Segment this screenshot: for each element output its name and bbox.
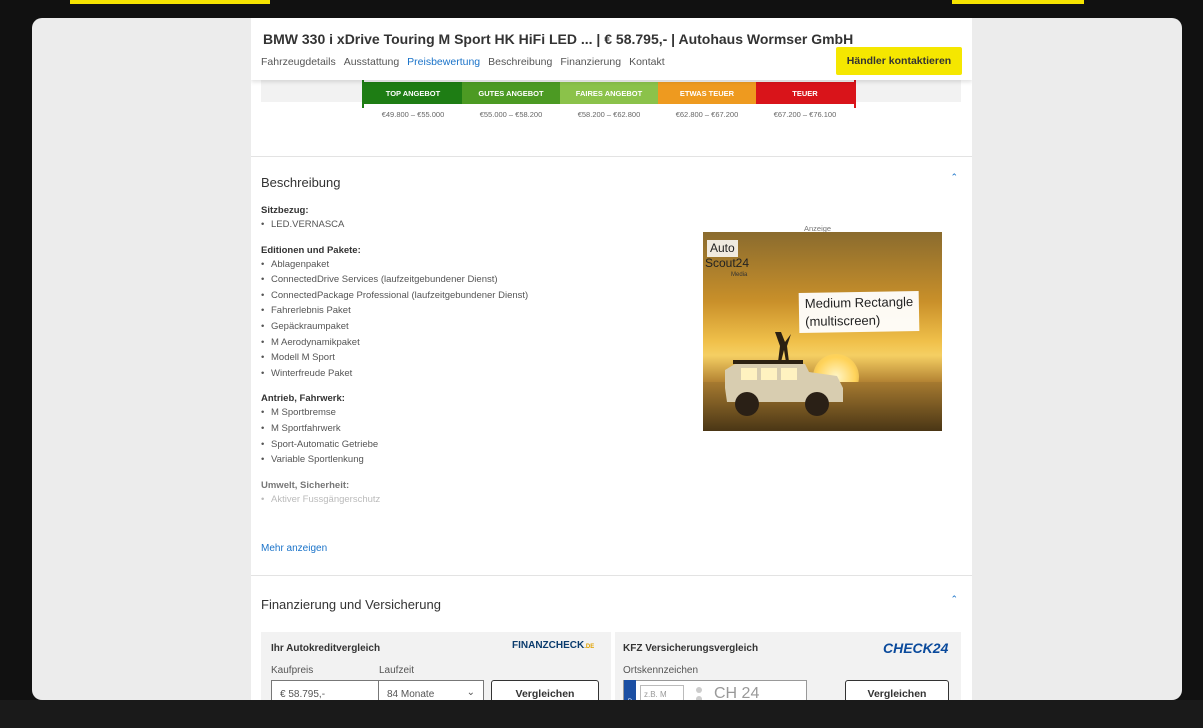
- credit-compare-button[interactable]: Vergleichen: [491, 680, 599, 700]
- ad-headline-line1: Medium Rectangle: [804, 294, 914, 311]
- nav-beschreibung[interactable]: Beschreibung: [488, 56, 552, 68]
- credit-heading: Ihr Autokreditvergleich: [271, 643, 381, 654]
- rating-range: €67.200 – €76.100: [773, 110, 837, 119]
- list-item: ConnectedPackage Professional (laufzeitg…: [261, 288, 641, 304]
- plate-sample-text: CH 24: [714, 685, 760, 700]
- plate-seal-icon: [696, 686, 702, 700]
- price-label: Kaufpreis: [271, 665, 314, 676]
- finanzcheck-logo-name: FINANZCHECK: [512, 640, 585, 651]
- price-rating-ranges: €49.800 – €55.000 €55.000 – €58.200 €58.…: [364, 110, 854, 119]
- list-item: Gepäckraumpaket: [261, 319, 641, 335]
- yellow-accent: [952, 0, 1084, 4]
- show-more-link[interactable]: Mehr anzeigen: [261, 543, 327, 554]
- price-input[interactable]: € 58.795,-: [271, 680, 379, 700]
- list-item: M Sportbremse: [261, 405, 641, 421]
- ad-logo-name: Scout24: [705, 256, 750, 270]
- list-item: Fahrerlebnis Paket: [261, 303, 641, 319]
- group-heading: Editionen und Pakete:: [261, 244, 361, 256]
- nav-kontakt[interactable]: Kontakt: [629, 56, 665, 68]
- list-item: Winterfreude Paket: [261, 366, 641, 382]
- section-divider: [251, 156, 972, 157]
- group-heading: Sitzbezug:: [261, 205, 309, 216]
- section-nav: Fahrzeugdetails Ausstattung Preisbewertu…: [261, 56, 673, 68]
- description-list: Sitzbezug: LED.VERNASCA Editionen und Pa…: [261, 204, 641, 507]
- rating-end-marker: [854, 80, 856, 108]
- nav-preisbewertung[interactable]: Preisbewertung: [407, 56, 480, 68]
- beschreibung-title: Beschreibung: [261, 175, 341, 190]
- rating-range: €62.800 – €67.200: [675, 110, 739, 119]
- term-label: Laufzeit: [379, 665, 415, 676]
- rating-range: €58.200 – €62.800: [577, 110, 641, 119]
- check24-logo: CHECK24: [883, 640, 949, 656]
- group-heading: Umwelt, Sicherheit:: [261, 479, 350, 491]
- insurance-heading: KFZ Versicherungsvergleich: [623, 643, 759, 654]
- credit-comparison-box: Ihr Autokreditvergleich FINANZCHECK.DE K…: [261, 632, 611, 700]
- rating-range: €49.800 – €55.000: [381, 110, 445, 119]
- insurance-comparison-box: KFZ Versicherungsvergleich CHECK24 Ortsk…: [615, 632, 961, 700]
- list-item: Aktiver Fussgängerschutz: [261, 492, 641, 508]
- listing-page: BMW 330 i xDrive Touring M Sport HK HiFi…: [251, 18, 972, 700]
- device-frame: BMW 330 i xDrive Touring M Sport HK HiFi…: [0, 0, 1203, 728]
- yellow-accent: [70, 0, 270, 4]
- plate-label: Ortskennzeichen: [623, 665, 699, 676]
- nav-ausstattung[interactable]: Ausstattung: [344, 56, 399, 68]
- browser-viewport: BMW 330 i xDrive Touring M Sport HK HiFi…: [32, 18, 1182, 700]
- jeep-silhouette-icon: [725, 332, 843, 416]
- price-rating-bar: TOP ANGEBOT GUTES ANGEBOT FAIRES ANGEBOT…: [364, 82, 854, 104]
- list-item: M Sportfahrwerk: [261, 421, 641, 437]
- ad-headline-line2: (multiscreen): [805, 312, 881, 329]
- list-item: Modell M Sport: [261, 350, 641, 366]
- list-item: M Aerodynamikpaket: [261, 335, 641, 351]
- ad-headline: Medium Rectangle (multiscreen): [798, 290, 920, 334]
- list-item: LED.VERNASCA: [261, 217, 641, 233]
- rating-segment-etwas-teuer: ETWAS TEUER: [658, 82, 756, 104]
- nav-fahrzeugdetails[interactable]: Fahrzeugdetails: [261, 56, 336, 68]
- sticky-header: BMW 330 i xDrive Touring M Sport HK HiFi…: [251, 18, 972, 80]
- insurance-compare-button[interactable]: Vergleichen: [845, 680, 949, 700]
- eu-flag-icon: D: [624, 680, 636, 700]
- chevron-down-icon: ⌄: [466, 687, 475, 698]
- finanzierung-title: Finanzierung und Versicherung: [261, 597, 441, 612]
- section-divider: [251, 575, 972, 576]
- finanzcheck-logo: FINANZCHECK.DE: [512, 640, 594, 651]
- device-bottom-bar: [0, 700, 1203, 728]
- ad-medium-rectangle[interactable]: Auto Scout24 Media Medium Rectangle (mul…: [703, 232, 942, 431]
- list-item: ConnectedDrive Services (laufzeitgebunde…: [261, 272, 641, 288]
- rating-segment-top: TOP ANGEBOT: [364, 82, 462, 104]
- rating-range: €55.000 – €58.200: [479, 110, 543, 119]
- rating-segment-gut: GUTES ANGEBOT: [462, 82, 560, 104]
- chevron-up-icon[interactable]: ⌃: [950, 172, 958, 183]
- term-select[interactable]: 84 Monate ⌄: [378, 680, 484, 700]
- term-select-value: 84 Monate: [387, 688, 435, 700]
- chevron-up-icon[interactable]: ⌃: [950, 594, 958, 605]
- nav-finanzierung[interactable]: Finanzierung: [560, 56, 621, 68]
- page-title: BMW 330 i xDrive Touring M Sport HK HiFi…: [263, 31, 854, 47]
- plate-city-input[interactable]: z.B. M: [640, 685, 684, 700]
- contact-dealer-button[interactable]: Händler kontaktieren: [836, 47, 962, 75]
- license-plate-input[interactable]: D z.B. M CH 24: [623, 680, 807, 700]
- ad-logo-sub: Media: [731, 272, 748, 278]
- rating-segment-fair: FAIRES ANGEBOT: [560, 82, 658, 104]
- group-heading: Antrieb, Fahrwerk:: [261, 393, 345, 405]
- list-item: Sport-Automatic Getriebe: [261, 437, 641, 453]
- list-item: Variable Sportlenkung: [261, 452, 641, 468]
- list-item: Ablagenpaket: [261, 257, 641, 273]
- rating-segment-teuer: TEUER: [756, 82, 854, 104]
- ad-logo: Auto: [707, 240, 738, 257]
- finanzcheck-logo-suffix: .DE: [584, 644, 595, 650]
